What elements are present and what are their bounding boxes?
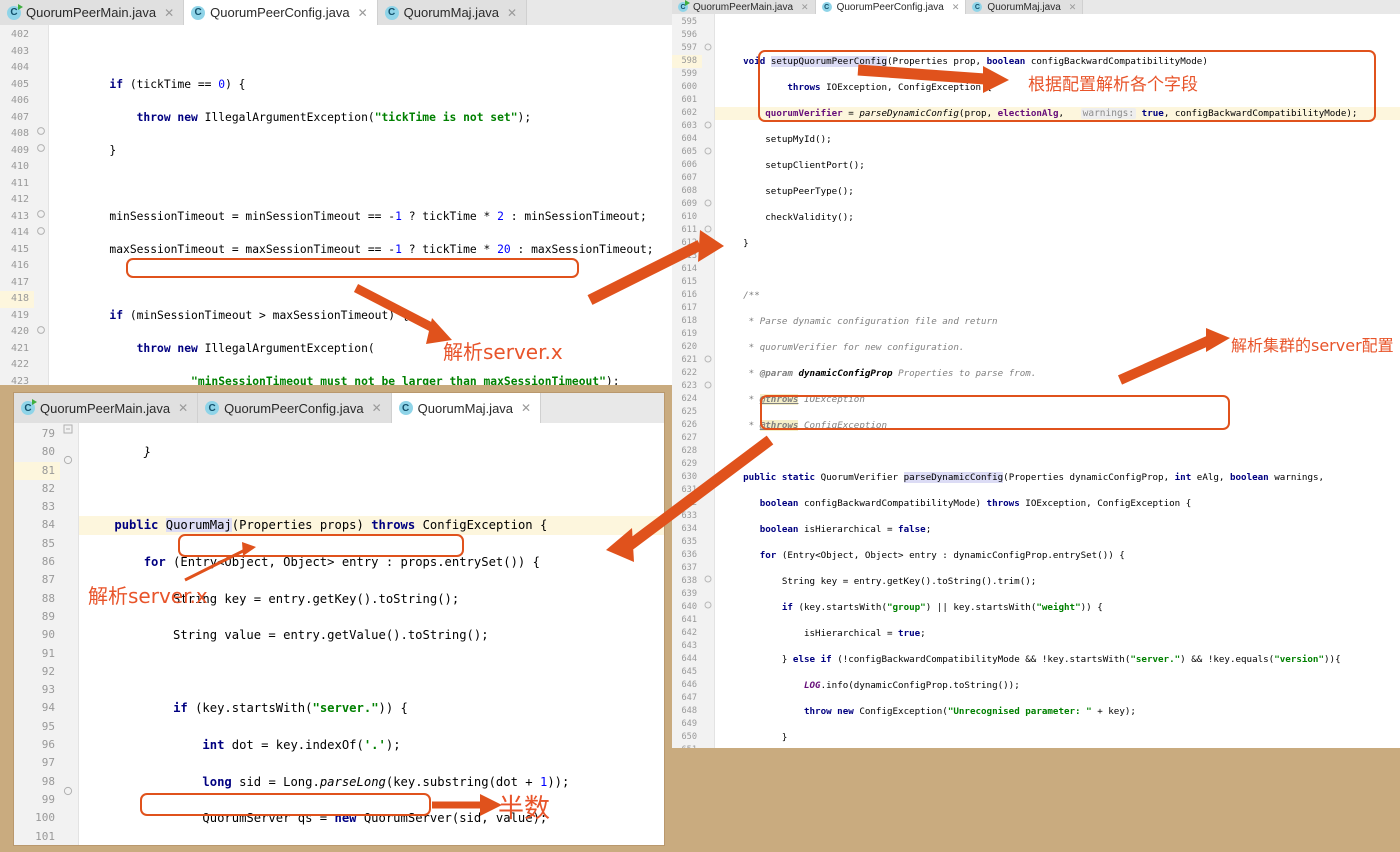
tabbar-filler <box>541 393 664 423</box>
tab-quorummaj-java[interactable]: C QuorumMaj.java ✕ <box>377 0 528 25</box>
java-class-icon: C <box>21 399 37 415</box>
editor-panel-bottom-left: C QuorumPeerMain.java ✕ C QuorumPeerConf… <box>14 393 664 845</box>
java-class-icon: C <box>191 5 206 20</box>
tabbar-bottom-left: C QuorumPeerMain.java ✕ C QuorumPeerConf… <box>14 393 664 424</box>
code-folding-gutter[interactable] <box>702 14 715 748</box>
code-folding-gutter[interactable] <box>34 25 49 385</box>
java-class-icon: C <box>678 0 690 12</box>
java-class-icon: C <box>7 3 23 20</box>
tabbar-filler <box>1083 0 1400 14</box>
line-number-gutter: 402 403 404 405 406 407 408 409 410 411 412 413 414 4… <box>0 25 34 385</box>
close-icon[interactable]: ✕ <box>178 401 188 415</box>
line-number-gutter: 79 80 81 82 83 84 85 86 87 88 89 90 91 92 93 94 95 96 97 98… <box>14 423 60 845</box>
tab-label: QuorumPeerConfig.java <box>210 5 350 20</box>
editor-panel-right: C QuorumPeerMain.java ✕ C QuorumPeerConf… <box>672 0 1400 748</box>
tab-label: QuorumPeerMain.java <box>40 400 171 416</box>
close-icon[interactable]: ✕ <box>952 2 960 13</box>
tabbar-top-left: C QuorumPeerMain.java ✕ C QuorumPeerConf… <box>0 0 676 26</box>
code-content-bottom-left[interactable]: } public QuorumMaj(Properties props) thr… <box>79 423 664 845</box>
tab-quorumpeerconfig-java[interactable]: C QuorumPeerConfig.java ✕ <box>198 393 392 423</box>
tab-quorumpeermain-java[interactable]: C QuorumPeerMain.java ✕ <box>672 0 816 14</box>
java-class-icon: C <box>384 5 399 20</box>
editor-panel-top-left: C QuorumPeerMain.java ✕ C QuorumPeerConf… <box>0 0 676 385</box>
close-icon[interactable]: ✕ <box>801 2 809 13</box>
tab-label: QuorumPeerConfig.java <box>836 1 944 13</box>
tabbar-right: C QuorumPeerMain.java ✕ C QuorumPeerConf… <box>672 0 1400 15</box>
tab-quorumpeermain-java[interactable]: C QuorumPeerMain.java ✕ <box>14 393 199 423</box>
close-icon[interactable]: ✕ <box>372 401 382 415</box>
code-content-right[interactable]: void setupQuorumPeerConfig(Properties pr… <box>715 14 1400 748</box>
tab-label: QuorumMaj.java <box>417 400 514 416</box>
close-icon[interactable]: ✕ <box>1069 2 1077 13</box>
tabbar-filler <box>527 0 676 25</box>
close-icon[interactable]: ✕ <box>164 6 174 20</box>
tab-label: QuorumPeerConfig.java <box>224 400 364 416</box>
close-icon[interactable]: ✕ <box>521 401 531 415</box>
line-number-gutter: 595 596 597 598 599 600 601 602 603 604 605 606 607 6… <box>672 14 702 748</box>
editor-area-top-left[interactable]: 402 403 404 405 406 407 408 409 410 411 412 413 414 4… <box>0 25 676 385</box>
tab-quorumpeerconfig-java[interactable]: C QuorumPeerConfig.java ✕ <box>815 0 967 14</box>
annotation-half: 半数 <box>498 794 551 824</box>
tab-label: QuorumPeerMain.java <box>693 1 794 13</box>
java-class-icon: C <box>398 401 413 415</box>
close-icon[interactable]: ✕ <box>358 6 368 20</box>
annotation-parse-server-x-1: 解析server.x <box>443 340 563 364</box>
tab-quorumpeermain-java[interactable]: C QuorumPeerMain.java ✕ <box>0 0 185 25</box>
tab-label: QuorumMaj.java <box>403 5 500 20</box>
java-class-icon: C <box>205 401 220 415</box>
code-content-top-left[interactable]: if (tickTime == 0) { throw new IllegalAr… <box>49 25 676 386</box>
annotation-parse-server-x-2: 解析server.x <box>88 584 208 608</box>
tab-quorummaj-java[interactable]: C QuorumMaj.java ✕ <box>391 393 542 423</box>
annotation-parse-cluster: 解析集群的server配置 <box>1231 336 1394 355</box>
tab-quorummaj-java[interactable]: C QuorumMaj.java ✕ <box>966 0 1084 14</box>
code-folding-gutter[interactable] <box>60 423 79 845</box>
tab-label: QuorumPeerMain.java <box>26 5 157 20</box>
close-icon[interactable]: ✕ <box>507 6 517 20</box>
java-class-icon: C <box>821 2 832 12</box>
editor-area-bottom-left[interactable]: 79 80 81 82 83 84 85 86 87 88 89 90 91 92 93 94 95 96 97 98… <box>14 423 664 845</box>
editor-area-right[interactable]: 595 596 597 598 599 600 601 602 603 604 605 606 607 6… <box>672 14 1400 748</box>
tab-quorumpeerconfig-java[interactable]: C QuorumPeerConfig.java ✕ <box>184 0 378 25</box>
java-class-icon: C <box>972 2 983 12</box>
tab-label: QuorumMaj.java <box>987 1 1061 13</box>
annotation-parse-fields: 根据配置解析各个字段 <box>1028 75 1198 95</box>
